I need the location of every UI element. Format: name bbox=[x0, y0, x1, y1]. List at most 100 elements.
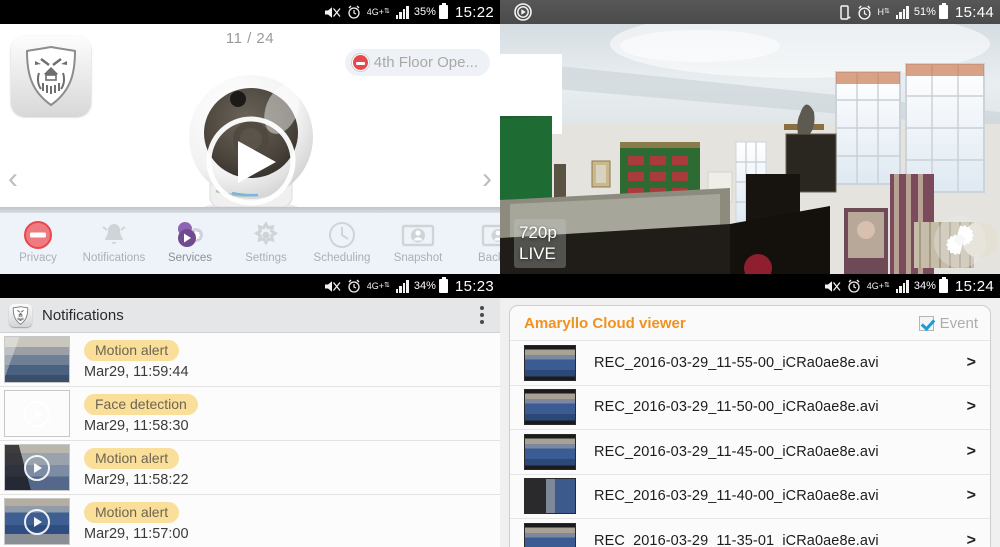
status-badge: Face detection bbox=[84, 393, 198, 415]
table-row[interactable]: REC_2016-03-29_11-40-00_iCRa0ae8e.avi > bbox=[510, 473, 990, 518]
live-settings-button[interactable] bbox=[934, 216, 986, 268]
list-item[interactable]: Motion alert Mar29, 11:57:00 bbox=[0, 495, 500, 547]
status-bar-cloud: 4G+ ⇅ 34% 15:24 bbox=[500, 274, 1000, 298]
notification-meta: Motion alert Mar29, 11:58:22 bbox=[84, 447, 189, 488]
play-icon[interactable] bbox=[24, 508, 50, 535]
signal-bars-icon bbox=[895, 279, 909, 293]
live-video-feed[interactable] bbox=[500, 10, 1000, 274]
services-icon bbox=[152, 219, 228, 251]
kebab-menu-icon[interactable] bbox=[472, 306, 492, 324]
page-title: Amaryllo Cloud viewer bbox=[524, 314, 686, 332]
recording-filename: REC_2016-03-29_11-45-00_iCRa0ae8e.avi bbox=[594, 443, 879, 460]
notification-thumbnail[interactable] bbox=[4, 498, 70, 545]
table-row[interactable]: REC_2016-03-29_11-35-01_iCRa0ae8e.avi > bbox=[510, 518, 990, 547]
battery-icon bbox=[438, 3, 448, 19]
recording-filename: REC_2016-03-29_11-55-00_iCRa0ae8e.avi bbox=[594, 354, 879, 371]
battery-icon bbox=[938, 277, 948, 293]
chevron-right-icon[interactable]: > bbox=[967, 443, 976, 461]
tab-settings[interactable]: Settings bbox=[228, 213, 304, 264]
recording-filename: REC_2016-03-29_11-50-00_iCRa0ae8e.avi bbox=[594, 399, 879, 416]
signal-bars-icon bbox=[395, 279, 409, 293]
recording-thumbnail[interactable] bbox=[524, 478, 576, 515]
clock-label: 15:23 bbox=[454, 277, 494, 295]
list-item[interactable]: Motion alert Mar29, 11:59:44 bbox=[0, 333, 500, 387]
tab-scheduling[interactable]: Scheduling bbox=[304, 213, 380, 264]
tab-notifications[interactable]: Notifications bbox=[76, 213, 152, 264]
network-type-icon: H ⇅ bbox=[877, 7, 890, 17]
play-icon[interactable] bbox=[24, 400, 50, 427]
status-badge: Motion alert bbox=[84, 501, 180, 523]
carousel-next-button[interactable]: › bbox=[482, 164, 492, 194]
table-row[interactable]: REC_2016-03-29_11-45-00_iCRa0ae8e.avi > bbox=[510, 429, 990, 474]
carousel-prev-button[interactable]: ‹ bbox=[8, 164, 18, 194]
notification-thumbnail[interactable] bbox=[4, 444, 70, 491]
notification-time: Mar29, 11:59:44 bbox=[84, 363, 189, 380]
alarm-icon bbox=[347, 279, 361, 293]
chevron-right-icon[interactable]: > bbox=[967, 487, 976, 505]
list-item[interactable]: Face detection Mar29, 11:58:30 bbox=[0, 387, 500, 441]
tab-background[interactable]: Backg bbox=[456, 213, 500, 264]
play-icon[interactable] bbox=[24, 454, 50, 481]
tab-snapshot[interactable]: Snapshot bbox=[380, 213, 456, 264]
tab-label: Notifications bbox=[82, 252, 146, 264]
status-bar-live: H ⇅ 51% 15:44 bbox=[500, 0, 1000, 24]
stream-quality-badge: 720p LIVE bbox=[514, 219, 566, 268]
tab-label: Scheduling bbox=[313, 252, 371, 264]
mute-icon bbox=[324, 280, 341, 293]
tab-label: Privacy bbox=[19, 252, 57, 264]
recording-thumbnail[interactable] bbox=[524, 389, 576, 426]
tab-services[interactable]: Services bbox=[152, 213, 228, 264]
recording-thumbnail[interactable] bbox=[524, 522, 576, 547]
battery-percent-label: 35% bbox=[413, 6, 436, 18]
tab-privacy[interactable]: Privacy bbox=[0, 213, 76, 264]
checkbox-icon[interactable] bbox=[918, 315, 934, 331]
cloud-viewer-header: Amaryllo Cloud viewer Event bbox=[510, 306, 990, 340]
notification-time: Mar29, 11:58:30 bbox=[84, 417, 189, 434]
signal-bars-icon bbox=[895, 5, 909, 19]
clock-label: 15:24 bbox=[954, 277, 994, 295]
record-indicator-icon bbox=[514, 3, 532, 21]
battery-percent-label: 51% bbox=[913, 6, 936, 18]
privacy-chip-label: 4th Floor Ope... bbox=[373, 54, 478, 71]
chevron-right-icon[interactable]: > bbox=[967, 354, 976, 372]
lion-shield-icon bbox=[25, 45, 77, 107]
notification-meta: Motion alert Mar29, 11:59:44 bbox=[84, 339, 189, 380]
network-type-icon: 4G+ ⇅ bbox=[866, 281, 890, 291]
chevron-right-icon[interactable]: > bbox=[967, 398, 976, 416]
table-row[interactable]: REC_2016-03-29_11-50-00_iCRa0ae8e.avi > bbox=[510, 384, 990, 429]
notification-meta: Face detection Mar29, 11:58:30 bbox=[84, 393, 198, 434]
event-filter-checkbox[interactable]: Event bbox=[918, 315, 978, 332]
table-row[interactable]: REC_2016-03-29_11-55-00_iCRa0ae8e.avi > bbox=[510, 340, 990, 385]
cloud-viewer-card: Amaryllo Cloud viewer Event REC_2016-03-… bbox=[509, 305, 991, 547]
clock-icon bbox=[304, 219, 380, 251]
page-title: Notifications bbox=[42, 306, 124, 324]
tab-label: Services bbox=[167, 252, 213, 264]
status-bar-notifications: 4G+ ⇅ 34% 15:23 bbox=[0, 274, 500, 298]
status-bar-device: 4G+ ⇅ 35% 15:22 bbox=[0, 0, 500, 24]
notification-thumbnail[interactable] bbox=[4, 390, 70, 437]
live-view-panel: H ⇅ 51% 15:44 720p LIVE bbox=[500, 0, 1000, 274]
battery-percent-label: 34% bbox=[413, 280, 436, 292]
signal-bars-icon bbox=[395, 5, 409, 19]
no-entry-icon bbox=[351, 54, 369, 71]
list-item[interactable]: Motion alert Mar29, 11:58:22 bbox=[0, 441, 500, 495]
tab-label: Settings bbox=[245, 252, 287, 264]
recording-thumbnail[interactable] bbox=[524, 344, 576, 381]
notification-time: Mar29, 11:57:00 bbox=[84, 525, 189, 542]
camera-icon bbox=[380, 219, 456, 251]
clock-label: 15:22 bbox=[454, 3, 494, 21]
camera-device-image[interactable] bbox=[170, 69, 332, 219]
recording-thumbnail[interactable] bbox=[524, 433, 576, 470]
privacy-status-chip[interactable]: 4th Floor Ope... bbox=[344, 49, 490, 76]
bottom-tab-bar: Privacy Notifications Services Settings bbox=[0, 207, 500, 274]
clock-label: 15:44 bbox=[954, 3, 994, 21]
chevron-right-icon[interactable]: > bbox=[967, 532, 976, 547]
network-type-icon: 4G+ ⇅ bbox=[366, 281, 390, 291]
recording-filename: REC_2016-03-29_11-40-00_iCRa0ae8e.avi bbox=[594, 488, 879, 505]
notifications-list[interactable]: Motion alert Mar29, 11:59:44 Face detect… bbox=[0, 333, 500, 547]
tab-label: Backg bbox=[478, 252, 500, 264]
notification-thumbnail[interactable] bbox=[4, 336, 70, 383]
notifications-panel: 4G+ ⇅ 34% 15:23 Notifications Motion aler… bbox=[0, 274, 500, 547]
mute-icon bbox=[324, 6, 341, 19]
battery-percent-label: 34% bbox=[913, 280, 936, 292]
